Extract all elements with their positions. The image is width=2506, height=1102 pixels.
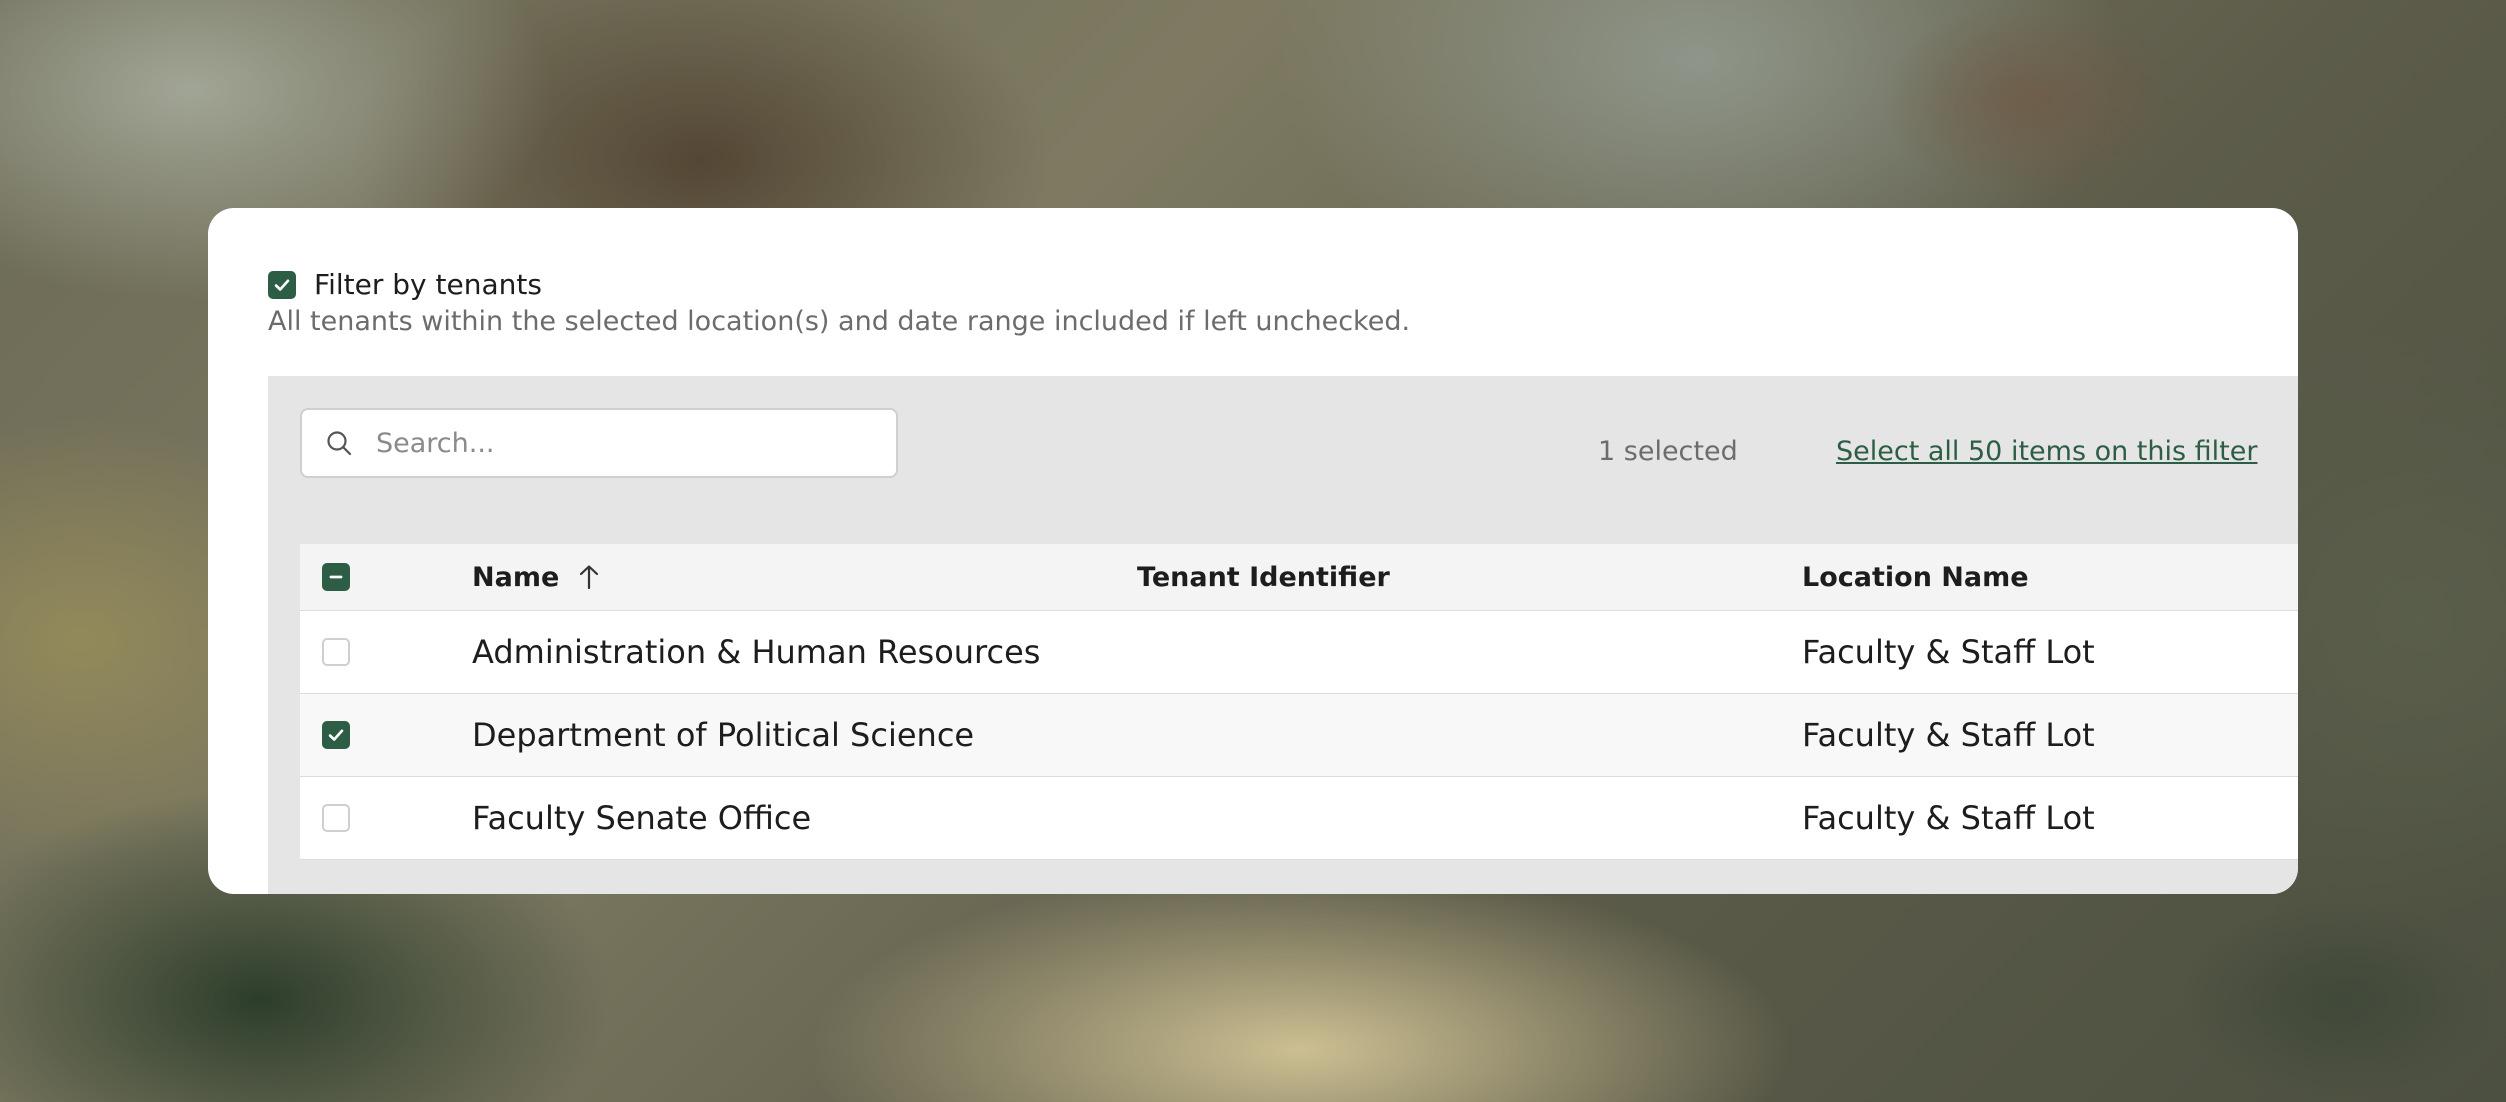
select-all-link[interactable]: Select all 50 items on this filter [1836, 436, 2257, 467]
table-header: Name Tenant Identifier Location Name [300, 544, 2298, 611]
location-name: Faculty & Staff Lot [1802, 716, 2095, 754]
row-checkbox[interactable] [322, 638, 350, 666]
search-input[interactable] [374, 426, 858, 460]
search-box[interactable] [300, 408, 898, 478]
selected-count: 1 selected [1598, 436, 1738, 467]
column-header-name[interactable]: Name [472, 562, 601, 593]
minus-icon [329, 575, 343, 579]
table-row[interactable]: Administration & Human Resources Faculty… [300, 611, 2298, 694]
tenant-filter-card: Filter by tenants All tenants within the… [208, 208, 2298, 894]
tenant-list-panel: 1 selected Select all 50 items on this f… [268, 376, 2298, 894]
arrow-up-icon[interactable] [577, 563, 601, 591]
table-row[interactable]: Department of Political Science Faculty … [300, 694, 2298, 777]
background-blur [1880, 0, 2180, 200]
location-name: Faculty & Staff Lot [1802, 799, 2095, 837]
location-name: Faculty & Staff Lot [1802, 633, 2095, 671]
tenant-table: Name Tenant Identifier Location Name Adm… [300, 544, 2298, 860]
tenant-name: Administration & Human Resources [472, 633, 1041, 671]
column-header-location-name[interactable]: Location Name [1802, 562, 2029, 593]
row-checkbox[interactable] [322, 721, 350, 749]
filter-by-tenants-row[interactable]: Filter by tenants [268, 268, 542, 301]
tenant-name: Department of Political Science [472, 716, 975, 754]
filter-description: All tenants within the selected location… [268, 306, 1411, 337]
filter-by-tenants-checkbox[interactable] [268, 270, 296, 299]
checkmark-icon [274, 279, 290, 291]
search-icon [324, 428, 354, 458]
column-header-tenant-identifier[interactable]: Tenant Identifier [1137, 562, 1390, 593]
table-row[interactable]: Faculty Senate Office Faculty & Staff Lo… [300, 777, 2298, 860]
column-header-name-label: Name [472, 561, 560, 593]
checkmark-icon [328, 729, 344, 741]
filter-by-tenants-label: Filter by tenants [314, 268, 542, 301]
row-checkbox[interactable] [322, 804, 350, 832]
select-all-checkbox[interactable] [322, 563, 350, 591]
tenant-name: Faculty Senate Office [472, 799, 812, 837]
background-blur [2180, 900, 2500, 1100]
